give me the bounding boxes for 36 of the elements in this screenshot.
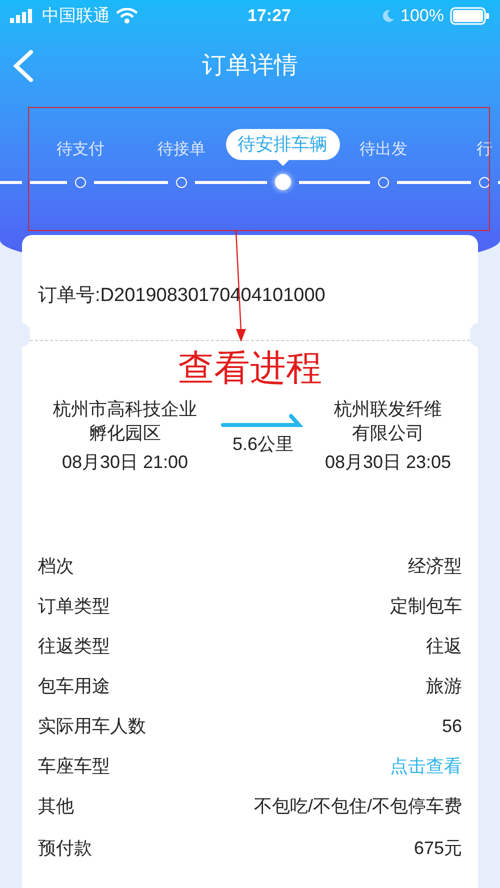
trip-distance: 5.6公里 [232,433,294,456]
carrier-name: 中国联通 [42,5,110,28]
detail-value: 不包吃/不包住/不包停车费 [254,794,462,818]
detail-label: 实际用车人数 [38,714,146,738]
detail-label: 包车用途 [38,674,110,698]
current-step-label: 待安排车辆 [226,129,340,160]
origin-address: 杭州市高科技企业孵化园区 [52,398,198,445]
arrival-time: 08月30日 23:05 [324,451,452,474]
step-label: 待接单 [158,140,206,160]
battery-percent: 100% [400,5,444,28]
detail-value: 经济型 [408,554,462,578]
detail-label: 往返类型 [38,634,110,658]
annotation-text: 查看进程 [178,347,322,391]
destination-address: 杭州联发纤维有限公司 [333,398,443,445]
detail-label: 其他 [38,794,74,818]
step-label: 待出发 [360,140,408,160]
detail-label: 预付款 [38,837,92,860]
detail-label: 订单类型 [38,594,110,618]
detail-value: 旅游 [426,674,462,698]
detail-label: 车座车型 [38,754,110,778]
detail-value: 675元 [414,837,462,860]
view-link[interactable]: 点击查看 [390,752,462,780]
departure-time: 08月30日 21:00 [62,451,188,474]
pointer-icon [276,160,288,166]
detail-value: 定制包车 [390,594,462,618]
moon-icon [380,9,395,23]
back-icon [12,50,34,82]
clock-time: 17:27 [248,5,291,28]
battery-icon [450,7,490,25]
step-label: 待支付 [56,140,104,160]
detail-value: 往返 [426,634,462,658]
detail-value: 56 [442,714,462,738]
back-button[interactable] [12,50,36,82]
wifi-icon [116,8,138,24]
detail-label: 档次 [38,554,74,578]
page-title: 订单详情 [202,51,298,81]
